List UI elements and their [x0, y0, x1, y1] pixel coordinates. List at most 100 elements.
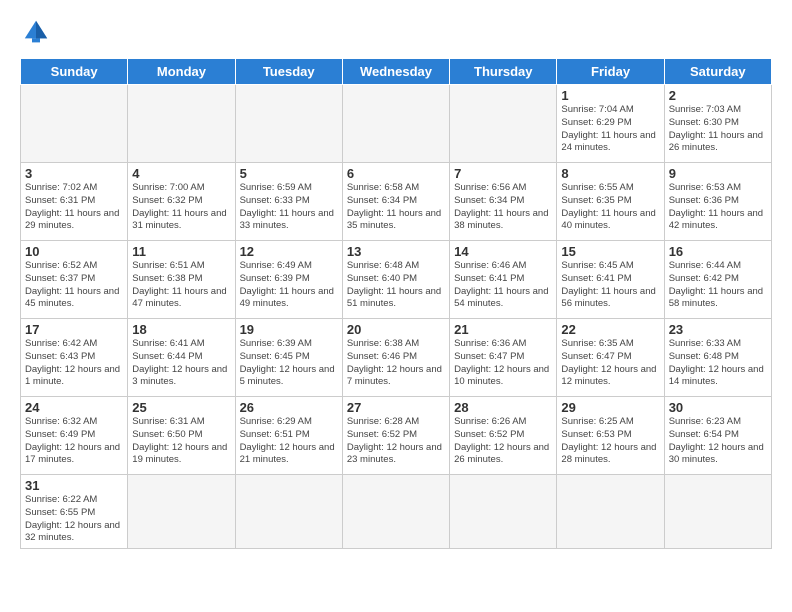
calendar-cell: 27Sunrise: 6:28 AM Sunset: 6:52 PM Dayli… — [342, 397, 449, 475]
day-info: Sunrise: 6:55 AM Sunset: 6:35 PM Dayligh… — [561, 182, 659, 233]
day-number: 27 — [347, 400, 445, 415]
weekday-header-monday: Monday — [128, 59, 235, 85]
calendar-cell: 13Sunrise: 6:48 AM Sunset: 6:40 PM Dayli… — [342, 241, 449, 319]
day-info: Sunrise: 6:59 AM Sunset: 6:33 PM Dayligh… — [240, 182, 338, 233]
calendar-cell: 20Sunrise: 6:38 AM Sunset: 6:46 PM Dayli… — [342, 319, 449, 397]
day-number: 13 — [347, 244, 445, 259]
calendar-cell — [557, 475, 664, 549]
day-number: 15 — [561, 244, 659, 259]
calendar-cell — [235, 85, 342, 163]
day-info: Sunrise: 6:42 AM Sunset: 6:43 PM Dayligh… — [25, 338, 123, 389]
calendar-cell: 24Sunrise: 6:32 AM Sunset: 6:49 PM Dayli… — [21, 397, 128, 475]
day-info: Sunrise: 7:02 AM Sunset: 6:31 PM Dayligh… — [25, 182, 123, 233]
weekday-header-thursday: Thursday — [450, 59, 557, 85]
day-info: Sunrise: 6:53 AM Sunset: 6:36 PM Dayligh… — [669, 182, 767, 233]
day-number: 16 — [669, 244, 767, 259]
calendar-cell: 16Sunrise: 6:44 AM Sunset: 6:42 PM Dayli… — [664, 241, 771, 319]
calendar-cell: 3Sunrise: 7:02 AM Sunset: 6:31 PM Daylig… — [21, 163, 128, 241]
day-info: Sunrise: 6:26 AM Sunset: 6:52 PM Dayligh… — [454, 416, 552, 467]
calendar-table: SundayMondayTuesdayWednesdayThursdayFrid… — [20, 58, 772, 549]
weekday-header-row: SundayMondayTuesdayWednesdayThursdayFrid… — [21, 59, 772, 85]
day-number: 22 — [561, 322, 659, 337]
day-info: Sunrise: 6:45 AM Sunset: 6:41 PM Dayligh… — [561, 260, 659, 311]
calendar-cell: 10Sunrise: 6:52 AM Sunset: 6:37 PM Dayli… — [21, 241, 128, 319]
calendar-cell — [128, 475, 235, 549]
day-number: 25 — [132, 400, 230, 415]
day-number: 5 — [240, 166, 338, 181]
day-number: 11 — [132, 244, 230, 259]
calendar-cell: 1Sunrise: 7:04 AM Sunset: 6:29 PM Daylig… — [557, 85, 664, 163]
day-info: Sunrise: 6:38 AM Sunset: 6:46 PM Dayligh… — [347, 338, 445, 389]
calendar-cell: 8Sunrise: 6:55 AM Sunset: 6:35 PM Daylig… — [557, 163, 664, 241]
day-number: 24 — [25, 400, 123, 415]
day-info: Sunrise: 6:39 AM Sunset: 6:45 PM Dayligh… — [240, 338, 338, 389]
calendar-cell: 12Sunrise: 6:49 AM Sunset: 6:39 PM Dayli… — [235, 241, 342, 319]
calendar-cell — [450, 475, 557, 549]
calendar-cell: 15Sunrise: 6:45 AM Sunset: 6:41 PM Dayli… — [557, 241, 664, 319]
calendar-cell: 26Sunrise: 6:29 AM Sunset: 6:51 PM Dayli… — [235, 397, 342, 475]
calendar-cell: 22Sunrise: 6:35 AM Sunset: 6:47 PM Dayli… — [557, 319, 664, 397]
calendar-cell: 18Sunrise: 6:41 AM Sunset: 6:44 PM Dayli… — [128, 319, 235, 397]
weekday-header-wednesday: Wednesday — [342, 59, 449, 85]
calendar-page: SundayMondayTuesdayWednesdayThursdayFrid… — [0, 0, 792, 559]
day-info: Sunrise: 6:33 AM Sunset: 6:48 PM Dayligh… — [669, 338, 767, 389]
day-info: Sunrise: 6:58 AM Sunset: 6:34 PM Dayligh… — [347, 182, 445, 233]
day-number: 8 — [561, 166, 659, 181]
day-info: Sunrise: 6:28 AM Sunset: 6:52 PM Dayligh… — [347, 416, 445, 467]
day-number: 1 — [561, 88, 659, 103]
day-number: 26 — [240, 400, 338, 415]
weekday-header-friday: Friday — [557, 59, 664, 85]
calendar-cell: 17Sunrise: 6:42 AM Sunset: 6:43 PM Dayli… — [21, 319, 128, 397]
calendar-cell — [342, 85, 449, 163]
day-info: Sunrise: 6:29 AM Sunset: 6:51 PM Dayligh… — [240, 416, 338, 467]
calendar-cell: 9Sunrise: 6:53 AM Sunset: 6:36 PM Daylig… — [664, 163, 771, 241]
day-number: 2 — [669, 88, 767, 103]
calendar-cell: 2Sunrise: 7:03 AM Sunset: 6:30 PM Daylig… — [664, 85, 771, 163]
day-number: 28 — [454, 400, 552, 415]
calendar-week-2: 3Sunrise: 7:02 AM Sunset: 6:31 PM Daylig… — [21, 163, 772, 241]
day-number: 17 — [25, 322, 123, 337]
day-info: Sunrise: 6:52 AM Sunset: 6:37 PM Dayligh… — [25, 260, 123, 311]
calendar-cell: 7Sunrise: 6:56 AM Sunset: 6:34 PM Daylig… — [450, 163, 557, 241]
day-info: Sunrise: 6:31 AM Sunset: 6:50 PM Dayligh… — [132, 416, 230, 467]
day-info: Sunrise: 6:51 AM Sunset: 6:38 PM Dayligh… — [132, 260, 230, 311]
day-info: Sunrise: 7:00 AM Sunset: 6:32 PM Dayligh… — [132, 182, 230, 233]
day-info: Sunrise: 6:48 AM Sunset: 6:40 PM Dayligh… — [347, 260, 445, 311]
day-number: 31 — [25, 478, 123, 493]
day-info: Sunrise: 7:04 AM Sunset: 6:29 PM Dayligh… — [561, 104, 659, 155]
day-info: Sunrise: 6:25 AM Sunset: 6:53 PM Dayligh… — [561, 416, 659, 467]
day-info: Sunrise: 6:56 AM Sunset: 6:34 PM Dayligh… — [454, 182, 552, 233]
calendar-cell: 5Sunrise: 6:59 AM Sunset: 6:33 PM Daylig… — [235, 163, 342, 241]
calendar-cell: 11Sunrise: 6:51 AM Sunset: 6:38 PM Dayli… — [128, 241, 235, 319]
day-number: 30 — [669, 400, 767, 415]
calendar-cell — [342, 475, 449, 549]
day-info: Sunrise: 6:32 AM Sunset: 6:49 PM Dayligh… — [25, 416, 123, 467]
day-number: 6 — [347, 166, 445, 181]
calendar-cell: 25Sunrise: 6:31 AM Sunset: 6:50 PM Dayli… — [128, 397, 235, 475]
calendar-cell — [664, 475, 771, 549]
day-info: Sunrise: 6:44 AM Sunset: 6:42 PM Dayligh… — [669, 260, 767, 311]
logo — [20, 16, 56, 48]
calendar-cell: 28Sunrise: 6:26 AM Sunset: 6:52 PM Dayli… — [450, 397, 557, 475]
day-number: 18 — [132, 322, 230, 337]
logo-icon — [20, 16, 52, 48]
day-info: Sunrise: 6:35 AM Sunset: 6:47 PM Dayligh… — [561, 338, 659, 389]
calendar-cell — [450, 85, 557, 163]
day-info: Sunrise: 6:41 AM Sunset: 6:44 PM Dayligh… — [132, 338, 230, 389]
calendar-cell: 6Sunrise: 6:58 AM Sunset: 6:34 PM Daylig… — [342, 163, 449, 241]
header — [20, 16, 772, 48]
calendar-cell — [21, 85, 128, 163]
day-number: 20 — [347, 322, 445, 337]
calendar-cell: 23Sunrise: 6:33 AM Sunset: 6:48 PM Dayli… — [664, 319, 771, 397]
calendar-cell: 4Sunrise: 7:00 AM Sunset: 6:32 PM Daylig… — [128, 163, 235, 241]
day-number: 12 — [240, 244, 338, 259]
day-number: 7 — [454, 166, 552, 181]
calendar-cell: 29Sunrise: 6:25 AM Sunset: 6:53 PM Dayli… — [557, 397, 664, 475]
day-info: Sunrise: 6:49 AM Sunset: 6:39 PM Dayligh… — [240, 260, 338, 311]
calendar-cell: 14Sunrise: 6:46 AM Sunset: 6:41 PM Dayli… — [450, 241, 557, 319]
calendar-week-3: 10Sunrise: 6:52 AM Sunset: 6:37 PM Dayli… — [21, 241, 772, 319]
weekday-header-saturday: Saturday — [664, 59, 771, 85]
calendar-cell: 31Sunrise: 6:22 AM Sunset: 6:55 PM Dayli… — [21, 475, 128, 549]
day-number: 29 — [561, 400, 659, 415]
day-info: Sunrise: 6:36 AM Sunset: 6:47 PM Dayligh… — [454, 338, 552, 389]
